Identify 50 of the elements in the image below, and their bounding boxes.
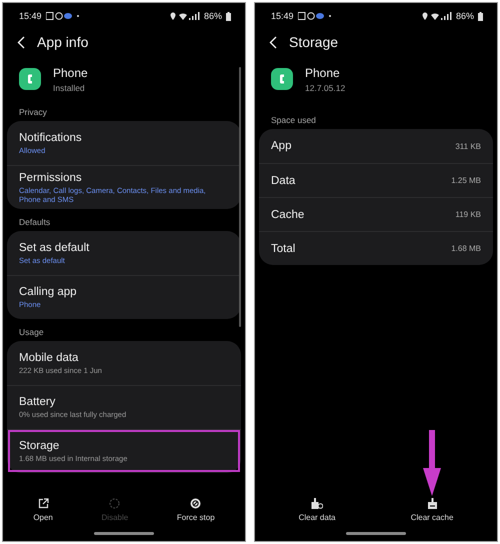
storage-value: 1.25 MB xyxy=(451,176,481,185)
back-icon[interactable] xyxy=(17,36,25,48)
storage-label: Cache xyxy=(271,208,304,220)
battery-level: 86% xyxy=(456,11,474,21)
battery-level: 86% xyxy=(204,11,222,21)
open-external-icon xyxy=(38,498,49,509)
action-button[interactable]: Force stop xyxy=(172,496,219,524)
signal-icons xyxy=(170,12,200,20)
home-indicator xyxy=(346,532,406,535)
battery-icon xyxy=(478,12,483,20)
storage-label: App xyxy=(271,140,292,152)
phone-app-icon xyxy=(19,68,41,90)
storage-label: Total xyxy=(271,242,296,254)
item-title: Battery xyxy=(19,396,56,408)
phone-app-icon xyxy=(271,68,293,90)
item-title: Storage xyxy=(19,440,60,452)
action-button[interactable]: Open xyxy=(29,496,57,524)
stop-icon xyxy=(190,498,202,509)
disable-icon xyxy=(109,498,120,509)
section-heading: Usage xyxy=(18,326,45,339)
brush-icon xyxy=(311,498,324,509)
section-heading: Space used xyxy=(270,114,317,127)
back-icon[interactable] xyxy=(269,36,277,48)
app-name: Phone xyxy=(53,66,88,80)
section-heading: Defaults xyxy=(18,216,52,229)
screen-title: Storage xyxy=(289,34,338,50)
storage-value: 1.68 MB xyxy=(451,244,481,253)
item-title: Set as default xyxy=(19,242,90,254)
item-title: Calling app xyxy=(19,286,78,298)
storage-value: 119 KB xyxy=(455,210,481,219)
battery-icon xyxy=(226,12,231,20)
item-title: Mobile data xyxy=(19,352,80,364)
storage-value: 311 KB xyxy=(455,142,481,150)
brush-icon xyxy=(426,498,438,509)
storage-label: Data xyxy=(271,174,296,186)
signal-icons xyxy=(422,12,452,20)
item-title: Permissions xyxy=(19,172,83,184)
notification-icons xyxy=(46,12,80,20)
app-subtitle: Installed xyxy=(53,82,86,92)
section-heading: Privacy xyxy=(18,106,48,119)
status-time: 15:49 xyxy=(271,11,294,21)
app-subtitle: 12.7.05.12 xyxy=(305,82,346,92)
action-button[interactable]: Clear data xyxy=(294,496,340,524)
screen-title: App info xyxy=(37,34,88,50)
app-name: Phone xyxy=(305,66,341,80)
action-button[interactable]: Clear cache xyxy=(406,496,458,524)
status-time: 15:49 xyxy=(19,11,42,21)
notification-icons xyxy=(298,12,332,20)
item-title: Notifications xyxy=(19,132,83,144)
home-indicator xyxy=(94,532,154,535)
